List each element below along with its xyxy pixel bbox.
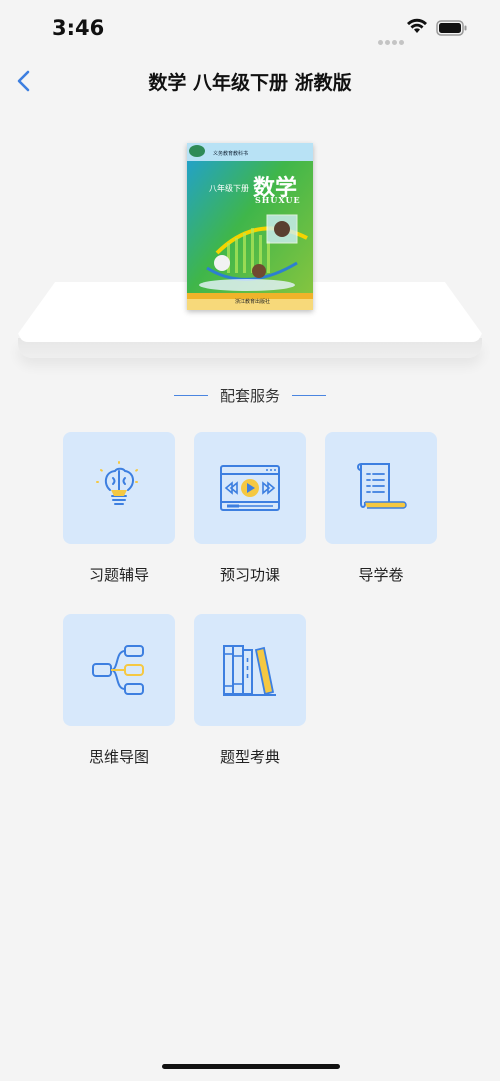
wifi-icon [406, 18, 428, 38]
signal-icon [378, 30, 406, 49]
service-label: 题型考典 [219, 748, 280, 766]
service-label: 思维导图 [88, 748, 149, 766]
section-title: 配套服务 [219, 387, 280, 405]
page-title: 数学 八年级下册 浙教版 [148, 72, 352, 94]
service-label: 习题辅导 [88, 566, 149, 584]
nav-bar: 数学 八年级下册 浙教版 [0, 58, 500, 104]
mind-map-icon [92, 645, 144, 695]
status-bar: 3:46 [0, 0, 500, 56]
service-item-question-types[interactable]: 题型考典 [194, 614, 306, 766]
service-item-exercise-tutoring[interactable]: 习题辅导 [63, 432, 175, 584]
lightbulb-brain-icon [96, 461, 142, 505]
section-divider-right [292, 395, 326, 396]
home-indicator[interactable] [162, 1064, 340, 1069]
book-cover-image[interactable]: 义务教育教科书 八年级下册 数学 SHUXUE 浙江教育出版社 [187, 143, 313, 310]
service-item-study-guide[interactable]: 导学卷 [325, 432, 437, 584]
service-item-mind-map[interactable]: 思维导图 [63, 614, 175, 766]
cover-top-text: 义务教育教科书 [213, 151, 249, 157]
scroll-document-icon [357, 463, 407, 509]
service-tile [63, 432, 175, 544]
cover-grade-text: 八年级下册 [209, 184, 249, 193]
service-label: 预习功课 [219, 566, 280, 584]
service-tile [63, 614, 175, 726]
service-tile [194, 432, 306, 544]
service-label: 导学卷 [358, 566, 404, 584]
service-item-preview-lessons[interactable]: 预习功课 [194, 432, 306, 584]
battery-icon [436, 20, 468, 40]
status-time: 3:46 [52, 16, 105, 40]
cover-publisher-text: 浙江教育出版社 [235, 299, 271, 305]
video-player-icon [220, 465, 280, 511]
service-tile [194, 614, 306, 726]
books-icon [223, 645, 276, 696]
service-tile [325, 432, 437, 544]
cover-pinyin-text: SHUXUE [255, 195, 301, 205]
